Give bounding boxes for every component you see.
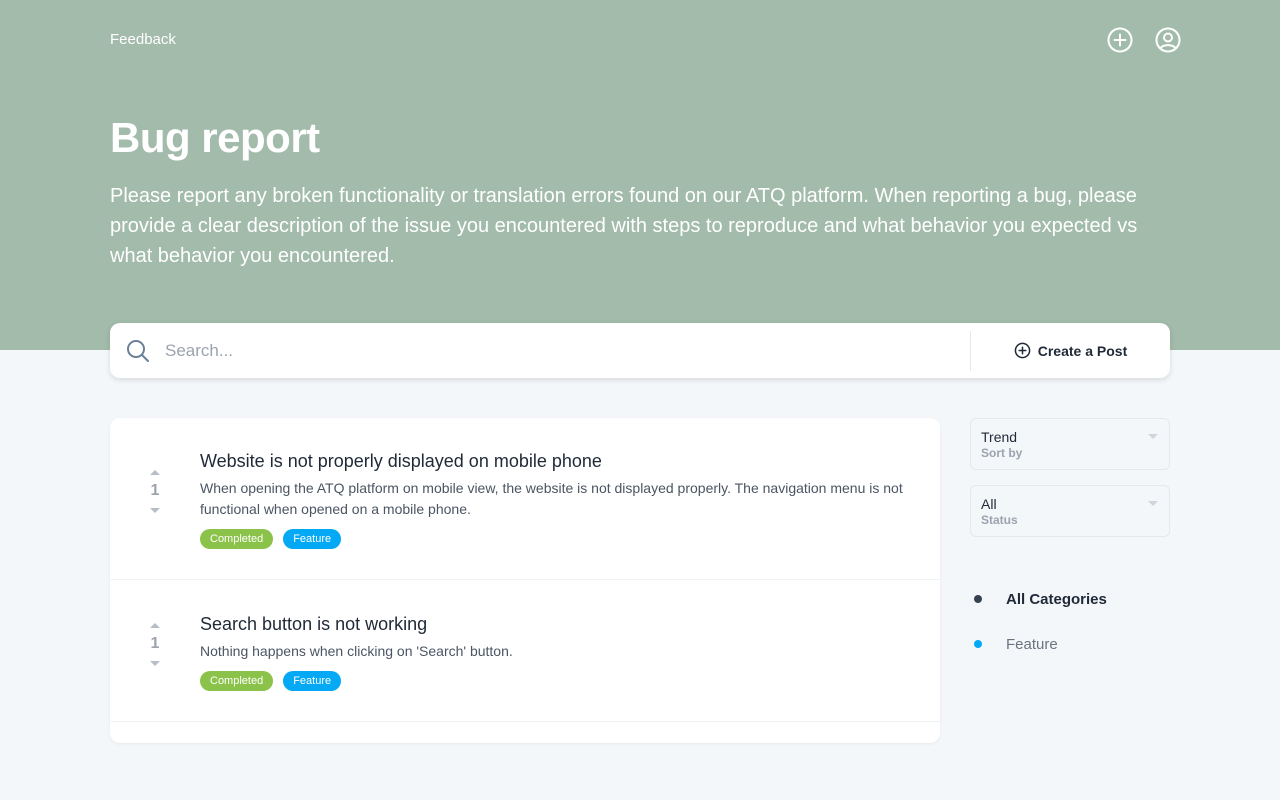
category-dot-icon	[974, 640, 982, 648]
create-post-button[interactable]: Create a Post	[971, 323, 1170, 378]
header-actions	[1106, 26, 1182, 54]
category-badge[interactable]: Feature	[283, 671, 342, 691]
downvote-icon[interactable]	[150, 661, 160, 666]
post-title[interactable]: Website is not properly displayed on mob…	[200, 450, 922, 472]
sort-by-select[interactable]: Trend Sort by	[970, 418, 1170, 470]
search-icon	[126, 339, 149, 362]
post-item: 1 Search button is not working Nothing h…	[110, 580, 940, 722]
post-list: 1 Website is not properly displayed on m…	[110, 418, 940, 743]
chevron-down-icon	[1148, 501, 1158, 506]
category-all[interactable]: All Categories	[970, 588, 1107, 610]
category-label: All Categories	[1006, 590, 1107, 608]
hero-banner: Feedback Bug report Please report any br…	[0, 0, 1280, 350]
search-bar: Create a Post	[110, 323, 1170, 378]
user-account-icon[interactable]	[1154, 26, 1182, 54]
post-title[interactable]: Search button is not working	[200, 613, 922, 635]
post-item: 1 Website is not properly displayed on m…	[110, 418, 940, 580]
status-label: Status	[981, 513, 1018, 527]
post-body: Website is not properly displayed on mob…	[200, 450, 922, 549]
brand-link[interactable]: Feedback	[110, 31, 176, 48]
sort-by-label: Sort by	[981, 446, 1023, 460]
chevron-down-icon	[1148, 434, 1158, 439]
add-circle-icon[interactable]	[1106, 26, 1134, 54]
search-icon-wrap	[110, 323, 165, 378]
category-label: Feature	[1006, 635, 1058, 653]
downvote-icon[interactable]	[150, 508, 160, 513]
status-badge[interactable]: Completed	[200, 529, 274, 549]
post-body: Search button is not working Nothing hap…	[200, 613, 922, 691]
category-feature[interactable]: Feature	[970, 633, 1058, 655]
vote-widget: 1	[144, 623, 166, 666]
upvote-icon[interactable]	[150, 623, 160, 628]
search-input[interactable]	[165, 323, 970, 378]
post-description: When opening the ATQ platform on mobile …	[200, 480, 903, 517]
status-value: All	[981, 496, 997, 512]
add-circle-icon	[1014, 342, 1031, 359]
status-badge[interactable]: Completed	[200, 671, 274, 691]
category-dot-icon	[974, 595, 982, 603]
vote-count: 1	[150, 482, 160, 499]
vote-widget: 1	[144, 470, 166, 513]
post-tags: Completed Feature	[200, 529, 922, 549]
create-post-label: Create a Post	[1037, 342, 1128, 359]
status-select[interactable]: All Status	[970, 485, 1170, 537]
upvote-icon[interactable]	[150, 470, 160, 475]
page-title: Bug report	[110, 114, 320, 161]
post-tags: Completed Feature	[200, 671, 922, 691]
post-description: Nothing happens when clicking on 'Search…	[200, 643, 513, 659]
vote-count: 1	[150, 635, 160, 652]
sort-by-value: Trend	[981, 429, 1018, 445]
page-description: Please report any broken functionality o…	[110, 185, 1138, 267]
category-badge[interactable]: Feature	[283, 529, 342, 549]
